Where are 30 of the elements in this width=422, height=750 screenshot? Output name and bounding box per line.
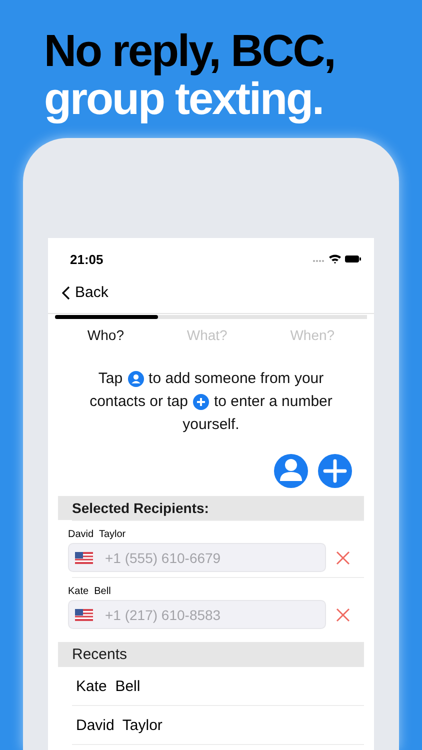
- remove-button[interactable]: [334, 548, 352, 566]
- headline-text: No reply, BCC,: [44, 27, 335, 75]
- person-icon: [128, 370, 144, 386]
- add-contact-button[interactable]: [274, 454, 308, 488]
- instruction-text: contacts or tap: [90, 392, 188, 412]
- section-header: Recents: [58, 642, 364, 667]
- section-header: Selected Recipients:: [58, 496, 364, 520]
- instruction-text: to enter a number: [214, 392, 332, 412]
- status-icons: [312, 253, 362, 265]
- chevron-left-icon: [62, 286, 70, 300]
- instruction-text: yourself.: [182, 415, 240, 435]
- add-number-button[interactable]: [318, 454, 352, 488]
- recipient-name: Kate Bell: [68, 586, 111, 597]
- recent-contact[interactable]: Kate Bell: [76, 678, 140, 694]
- close-icon: [336, 608, 350, 622]
- close-icon: [336, 550, 350, 564]
- phone-field[interactable]: +1 (555) 610-6679: [68, 543, 326, 572]
- phone-field[interactable]: +1 (217) 610-8583: [68, 600, 326, 629]
- step-tab[interactable]: Who?: [87, 327, 124, 349]
- status-time: 21:05: [70, 252, 104, 266]
- flag-icon: [75, 609, 93, 621]
- back-button[interactable]: Back: [60, 282, 110, 303]
- plus-icon: [192, 394, 209, 410]
- instruction-text: to add someone from your: [148, 369, 324, 389]
- flag-icon: [75, 552, 93, 564]
- recipient-name: David Taylor: [68, 529, 126, 540]
- headline-text: group texting.: [44, 75, 323, 123]
- recent-contact[interactable]: David Taylor: [76, 716, 162, 734]
- remove-button[interactable]: [334, 606, 352, 624]
- instruction-text: Tap: [98, 369, 123, 389]
